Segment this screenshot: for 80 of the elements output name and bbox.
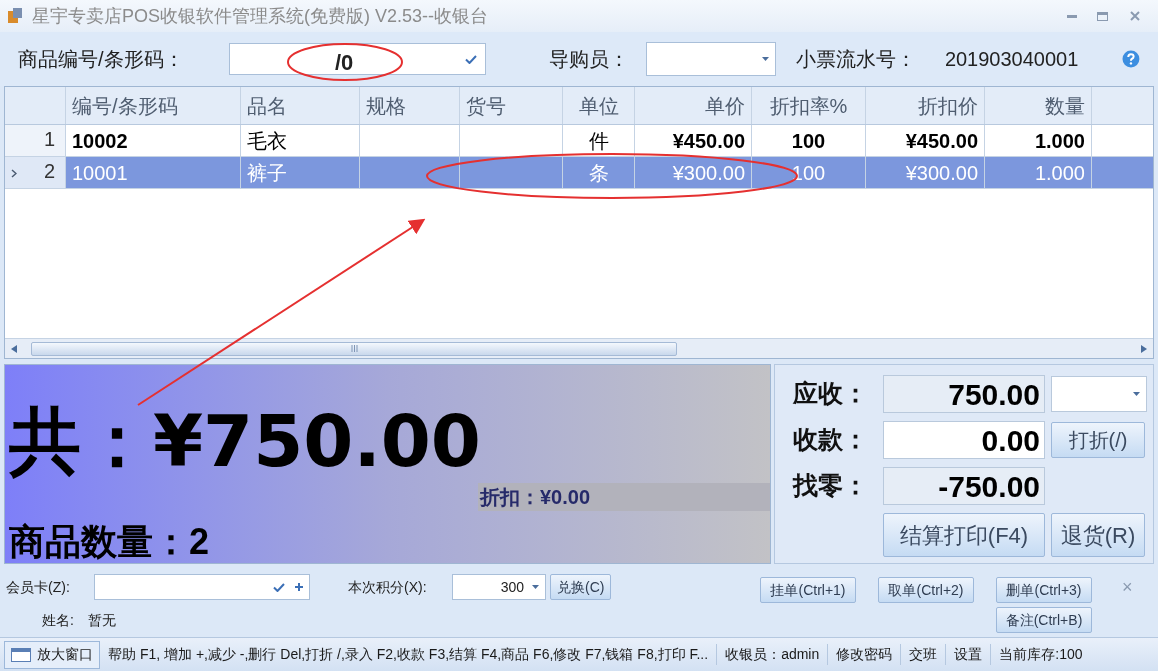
table-cell-text: ¥300.00 bbox=[905, 160, 978, 186]
dropdown-caret-icon[interactable] bbox=[1133, 392, 1140, 396]
total-amount: 共：¥750.00 bbox=[9, 398, 482, 485]
table-cell-text: 100 bbox=[791, 128, 826, 154]
column-header[interactable]: 编号/条形码 bbox=[72, 90, 178, 121]
column-header[interactable]: 规格 bbox=[366, 90, 406, 121]
column-header[interactable]: 单位 bbox=[578, 90, 619, 121]
payment-label: 收款： bbox=[793, 424, 869, 456]
column-header[interactable]: 单价 bbox=[705, 90, 745, 121]
table-cell-text: 1.000 bbox=[1034, 128, 1085, 154]
name-value: 暂无 bbox=[87, 611, 116, 630]
dropdown-check-icon[interactable] bbox=[464, 54, 477, 64]
delete-order-button[interactable]: 删单(Ctrl+3) bbox=[996, 577, 1092, 603]
table-row[interactable]: 1 10002 毛衣 件 ¥450.00 100 ¥450.00 1.000 bbox=[5, 125, 1153, 157]
column-header[interactable]: 品名 bbox=[247, 90, 287, 121]
dropdown-check-icon[interactable] bbox=[273, 582, 285, 592]
amount-field: -750.00 bbox=[883, 467, 1045, 505]
table-cell-text: ¥450.00 bbox=[672, 128, 745, 154]
app-icon bbox=[6, 7, 24, 25]
member-card-field[interactable] bbox=[94, 574, 310, 600]
amount-field: 750.00 bbox=[883, 375, 1045, 413]
status-item: 收银员：admin bbox=[716, 644, 828, 665]
status-item[interactable]: 设置 bbox=[945, 644, 991, 665]
scroll-right-icon[interactable] bbox=[1141, 344, 1147, 353]
column-header[interactable]: 货号 bbox=[466, 90, 506, 121]
table-cell-text: 1.000 bbox=[1034, 160, 1085, 186]
window-icon bbox=[11, 647, 31, 662]
checkout-print-button[interactable]: 结算打印(F4) bbox=[883, 513, 1045, 557]
exchange-button[interactable]: 兑换(C) bbox=[550, 574, 612, 600]
hold-order-button[interactable]: 挂单(Ctrl+1) bbox=[760, 577, 856, 603]
table-cell-text: 裤子 bbox=[247, 160, 287, 186]
shortcut-help-text: 帮助 F1, 增加 +,减少 -,删行 Del,打折 /,录入 F2,收款 F3,结算 F4,商品 F6,修改 F7,钱箱 F8,打印 F... bbox=[107, 645, 710, 664]
guide-label: 导购员： bbox=[548, 47, 630, 72]
horizontal-scrollbar[interactable] bbox=[5, 338, 1153, 358]
minimize-icon[interactable] bbox=[1067, 14, 1077, 18]
barcode-label: 商品编号/条形码： bbox=[18, 47, 185, 72]
table-cell-text: 毛衣 bbox=[247, 128, 287, 154]
status-item: 当前库存:100 bbox=[990, 644, 1091, 665]
column-header[interactable]: 数量 bbox=[1045, 90, 1085, 121]
member-card-label: 会员卡(Z): bbox=[6, 577, 71, 597]
item-count: 商品数量：2 bbox=[9, 520, 211, 564]
window-title: 星宇专卖店POS收银软件管理系统(免费版) V2.53--收银台 bbox=[32, 4, 490, 28]
row-number: 1 bbox=[43, 127, 55, 152]
status-item[interactable]: 修改密码 bbox=[827, 644, 901, 665]
points-field[interactable]: 300 bbox=[452, 574, 546, 600]
discount-amount: 折扣：¥0.00 bbox=[478, 483, 770, 511]
ticket-number: 201903040001 bbox=[944, 47, 1080, 72]
amount-input[interactable]: 0.00 bbox=[883, 421, 1045, 459]
row-number: 2 bbox=[43, 159, 55, 184]
column-header[interactable]: 折扣价 bbox=[918, 90, 978, 121]
scroll-left-icon[interactable] bbox=[11, 344, 17, 353]
row-pointer-icon bbox=[11, 169, 17, 178]
return-button[interactable]: 退货(R) bbox=[1051, 513, 1145, 557]
column-header[interactable]: 折扣率% bbox=[769, 90, 848, 121]
table-cell-text: ¥450.00 bbox=[905, 128, 978, 154]
points-label: 本次积分(X): bbox=[348, 577, 428, 597]
add-icon[interactable] bbox=[295, 583, 303, 591]
table-cell-text: ¥300.00 bbox=[672, 160, 745, 186]
table-cell-text: 100 bbox=[791, 160, 826, 186]
note-button[interactable]: 备注(Ctrl+B) bbox=[996, 607, 1092, 633]
payment-label: 找零： bbox=[793, 470, 869, 502]
table-cell-text: 10002 bbox=[72, 128, 128, 154]
status-item[interactable]: 交班 bbox=[900, 644, 946, 665]
payment-label: 应收： bbox=[793, 378, 869, 410]
barcode-field[interactable]: /0 bbox=[228, 43, 486, 75]
table-cell-text: 件 bbox=[588, 128, 609, 154]
retrieve-order-button[interactable]: 取单(Ctrl+2) bbox=[878, 577, 974, 603]
discount-button[interactable]: 打折(/) bbox=[1051, 422, 1145, 458]
enlarge-window-button[interactable]: 放大窗口 bbox=[4, 640, 100, 669]
name-label: 姓名: bbox=[42, 611, 74, 630]
close-icon[interactable] bbox=[1130, 11, 1140, 21]
dropdown-caret-icon[interactable] bbox=[532, 585, 539, 589]
help-icon[interactable] bbox=[1122, 50, 1140, 68]
dropdown-caret-icon[interactable] bbox=[761, 57, 769, 61]
ticket-label: 小票流水号： bbox=[795, 47, 917, 72]
scrollbar-thumb[interactable] bbox=[31, 341, 677, 356]
table-cell-text: 10001 bbox=[72, 160, 128, 186]
table-row[interactable]: 2 10001 裤子 条 ¥300.00 100 ¥300.00 1.000 bbox=[5, 157, 1153, 189]
table-cell-text: 条 bbox=[588, 160, 609, 186]
maximize-icon[interactable] bbox=[1097, 11, 1108, 21]
